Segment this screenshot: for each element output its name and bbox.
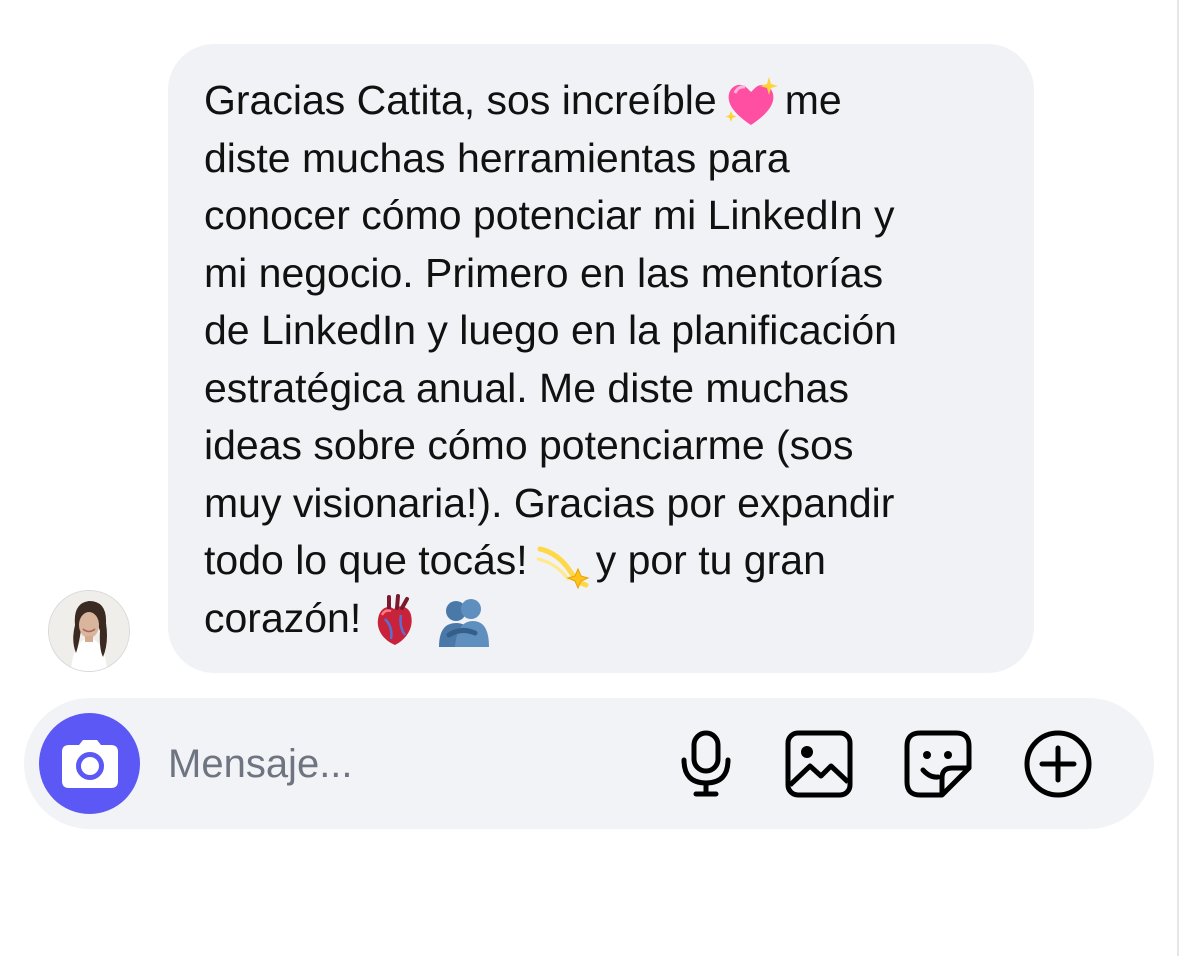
add-icon — [1024, 730, 1092, 798]
people-hugging-emoji — [435, 593, 491, 649]
camera-icon — [61, 739, 118, 788]
message-line: mi negocio. Primero en las mentorías — [204, 249, 884, 296]
add-button[interactable] — [1022, 728, 1094, 800]
message-line: muy visionaria!). Gracias por expandir — [204, 479, 895, 526]
sticker-button[interactable] — [902, 728, 974, 800]
message-line: estratégica anual. Me diste muchas — [204, 364, 849, 411]
gallery-button[interactable] — [783, 728, 855, 800]
microphone-button[interactable] — [670, 728, 742, 800]
sender-avatar[interactable] — [48, 590, 130, 672]
dizzy-emoji — [534, 535, 590, 591]
message-line: corazón! — [204, 590, 998, 648]
gallery-icon — [785, 730, 853, 798]
camera-button[interactable] — [39, 713, 140, 814]
received-message-bubble[interactable]: Gracias Catita, sos increíble me diste m… — [168, 44, 1034, 673]
microphone-icon — [681, 730, 731, 797]
message-input[interactable] — [168, 734, 628, 794]
message-line: ideas sobre cómo potenciarme (sos — [204, 422, 854, 468]
message-thread: Gracias Catita, sos increíble me diste m… — [0, 0, 1176, 690]
message-line: diste muchas herramientas para — [204, 134, 790, 181]
sticker-icon — [904, 730, 972, 798]
anatomical-heart-emoji — [367, 593, 423, 649]
sparkling-heart-emoji — [723, 75, 779, 131]
message-line: Gracias Catita, sos increíble me — [204, 72, 998, 130]
dm-screen: Gracias Catita, sos increíble me diste m… — [0, 0, 1179, 956]
message-composer — [24, 698, 1154, 829]
message-line: conocer cómo potenciar mi LinkedIn y — [204, 192, 895, 238]
message-line: de LinkedIn y luego en la planificación — [204, 307, 897, 353]
message-line: todo lo que tocás! y por tu gran — [204, 532, 998, 590]
